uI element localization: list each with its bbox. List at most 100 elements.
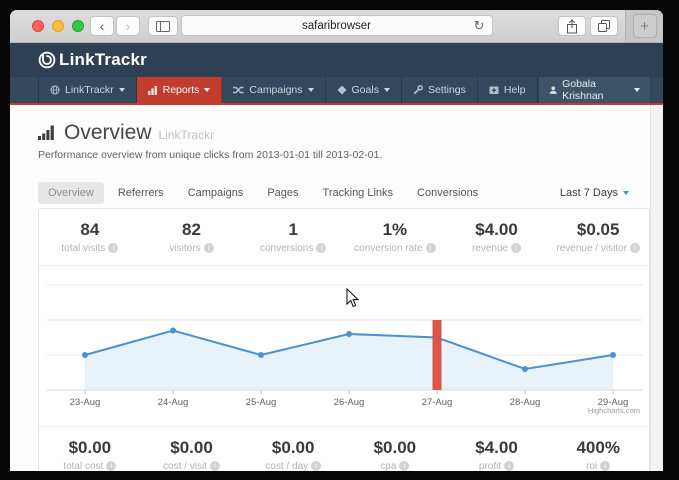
sidebar-icon [156, 21, 170, 32]
info-icon[interactable]: i [600, 461, 610, 471]
chart-credit[interactable]: Highcharts.com [588, 406, 640, 415]
nav-item-goals[interactable]: Goals [326, 77, 402, 103]
stat-revenue-per-visitor: $0.05 revenue / visitori [547, 220, 649, 254]
back-button[interactable]: ‹ [90, 16, 114, 36]
stat-conversions: 1 conversionsi [242, 220, 344, 254]
info-icon[interactable]: i [426, 243, 436, 253]
tab-conversions[interactable]: Conversions [407, 182, 488, 204]
x-axis-label: 25-Aug [246, 397, 277, 408]
stat-total-cost: $0.00 total costi [39, 438, 141, 471]
stat-conversion-rate: 1% conversion ratei [344, 220, 446, 254]
info-icon[interactable]: i [311, 461, 321, 471]
nav-item-settings[interactable]: Settings [402, 77, 478, 103]
app-header: LinkTrackr [10, 43, 663, 77]
report-tabs: Overview Referrers Campaigns Pages Track… [38, 182, 635, 204]
show-tabs-button[interactable] [590, 16, 618, 36]
zoom-window-button[interactable] [72, 20, 84, 32]
reload-icon[interactable]: ↻ [474, 18, 485, 34]
forward-button[interactable]: › [116, 16, 140, 36]
stat-cost-per-day: $0.00 cost / dayi [242, 438, 344, 471]
nav-item-help[interactable]: Help [478, 77, 538, 103]
caret-down-icon [204, 88, 210, 92]
info-icon[interactable]: i [210, 461, 220, 471]
clicks-chart: 23-Aug24-Aug25-Aug26-Aug27-Aug28-Aug29-A… [39, 265, 649, 427]
diamond-icon [337, 85, 347, 95]
stat-visitors: 82 visitorsi [141, 220, 243, 254]
data-point[interactable] [522, 366, 528, 372]
screenshot-root: { "browser": { "url": "safaribrowser", "… [0, 0, 679, 480]
stat-total-visits: 84 total visitsi [39, 220, 141, 254]
tab-pages[interactable]: Pages [257, 182, 308, 204]
forward-icon: › [126, 19, 131, 33]
stats-row-top: 84 total visitsi 82 visitorsi 1 conversi… [39, 209, 649, 265]
main-navbar: LinkTrackr Reports Campaigns Goals [10, 77, 663, 105]
sidebar-toggle-button[interactable] [148, 16, 178, 36]
help-icon [489, 85, 499, 95]
stat-profit: $4.00 profiti [446, 438, 548, 471]
url-text: safaribrowser [302, 20, 371, 32]
data-point[interactable] [258, 352, 264, 358]
brand-name: LinkTrackr [59, 50, 147, 70]
bar-chart-icon [148, 85, 158, 95]
nav-item-linktrackr[interactable]: LinkTrackr [38, 77, 137, 103]
user-name: Gobala Krishnan [562, 78, 629, 102]
page-title: Overview [64, 121, 152, 145]
info-icon[interactable]: i [204, 243, 214, 253]
area-chart-canvas[interactable]: 23-Aug24-Aug25-Aug26-Aug27-Aug28-Aug29-A… [39, 266, 650, 424]
caret-down-icon [623, 191, 629, 195]
wrench-icon [413, 85, 423, 95]
stat-cpa: $0.00 cpai [344, 438, 446, 471]
tab-tracking-links[interactable]: Tracking Links [313, 182, 404, 204]
info-icon[interactable]: i [511, 243, 521, 253]
plus-icon: + [640, 18, 649, 35]
stats-bars-icon [38, 125, 58, 140]
user-icon [549, 85, 558, 95]
stat-revenue: $4.00 revenuei [446, 220, 548, 254]
new-tab-area: + [625, 10, 663, 42]
mouse-cursor [346, 288, 360, 309]
x-axis-label: 27-Aug [422, 397, 453, 408]
overview-panel: 84 total visitsi 82 visitorsi 1 conversi… [38, 208, 650, 471]
tab-overview[interactable]: Overview [38, 182, 104, 204]
tabs-overview-icon [597, 19, 611, 33]
nav-item-reports[interactable]: Reports [137, 77, 223, 103]
back-icon: ‹ [100, 19, 105, 33]
data-point[interactable] [170, 328, 176, 334]
x-axis-label: 24-Aug [158, 397, 189, 408]
x-axis-label: 23-Aug [70, 397, 101, 408]
scrollbar[interactable] [650, 105, 663, 471]
new-tab-button[interactable]: + [633, 14, 657, 38]
tab-referrers[interactable]: Referrers [108, 182, 174, 204]
data-point[interactable] [82, 352, 88, 358]
address-bar[interactable]: safaribrowser ↻ [181, 15, 493, 36]
browser-window: ‹ › safaribrowser ↻ + [10, 10, 663, 471]
page-subtitle: Performance overview from unique clicks … [38, 149, 635, 161]
tab-campaigns[interactable]: Campaigns [178, 182, 254, 204]
info-icon[interactable]: i [108, 243, 118, 253]
highlight-column[interactable] [433, 320, 442, 390]
share-button[interactable] [558, 16, 586, 36]
data-point[interactable] [610, 352, 616, 358]
page-heading: Overview LinkTrackr Performance overview… [10, 105, 663, 161]
data-point[interactable] [346, 331, 352, 337]
share-icon [566, 19, 578, 34]
stat-roi: 400% roii [547, 438, 649, 471]
info-icon[interactable]: i [316, 243, 326, 253]
shuffle-icon [233, 85, 244, 95]
info-icon[interactable]: i [630, 243, 640, 253]
info-icon[interactable]: i [399, 461, 409, 471]
info-icon[interactable]: i [504, 461, 514, 471]
browser-titlebar: ‹ › safaribrowser ↻ + [10, 10, 663, 43]
caret-down-icon [119, 88, 125, 92]
minimize-window-button[interactable] [52, 20, 64, 32]
caret-down-icon [634, 88, 640, 92]
page-content: Overview LinkTrackr Performance overview… [10, 105, 663, 471]
date-range-dropdown[interactable]: Last 7 Days [560, 187, 629, 199]
stats-row-bottom: $0.00 total costi $0.00 cost / visiti $0… [39, 427, 649, 471]
brand-logo[interactable]: LinkTrackr [38, 50, 147, 70]
info-icon[interactable]: i [106, 461, 116, 471]
user-menu[interactable]: Gobala Krishnan [538, 77, 651, 103]
nav-item-campaigns[interactable]: Campaigns [222, 77, 325, 103]
close-window-button[interactable] [32, 20, 44, 32]
x-axis-label: 28-Aug [510, 397, 541, 408]
